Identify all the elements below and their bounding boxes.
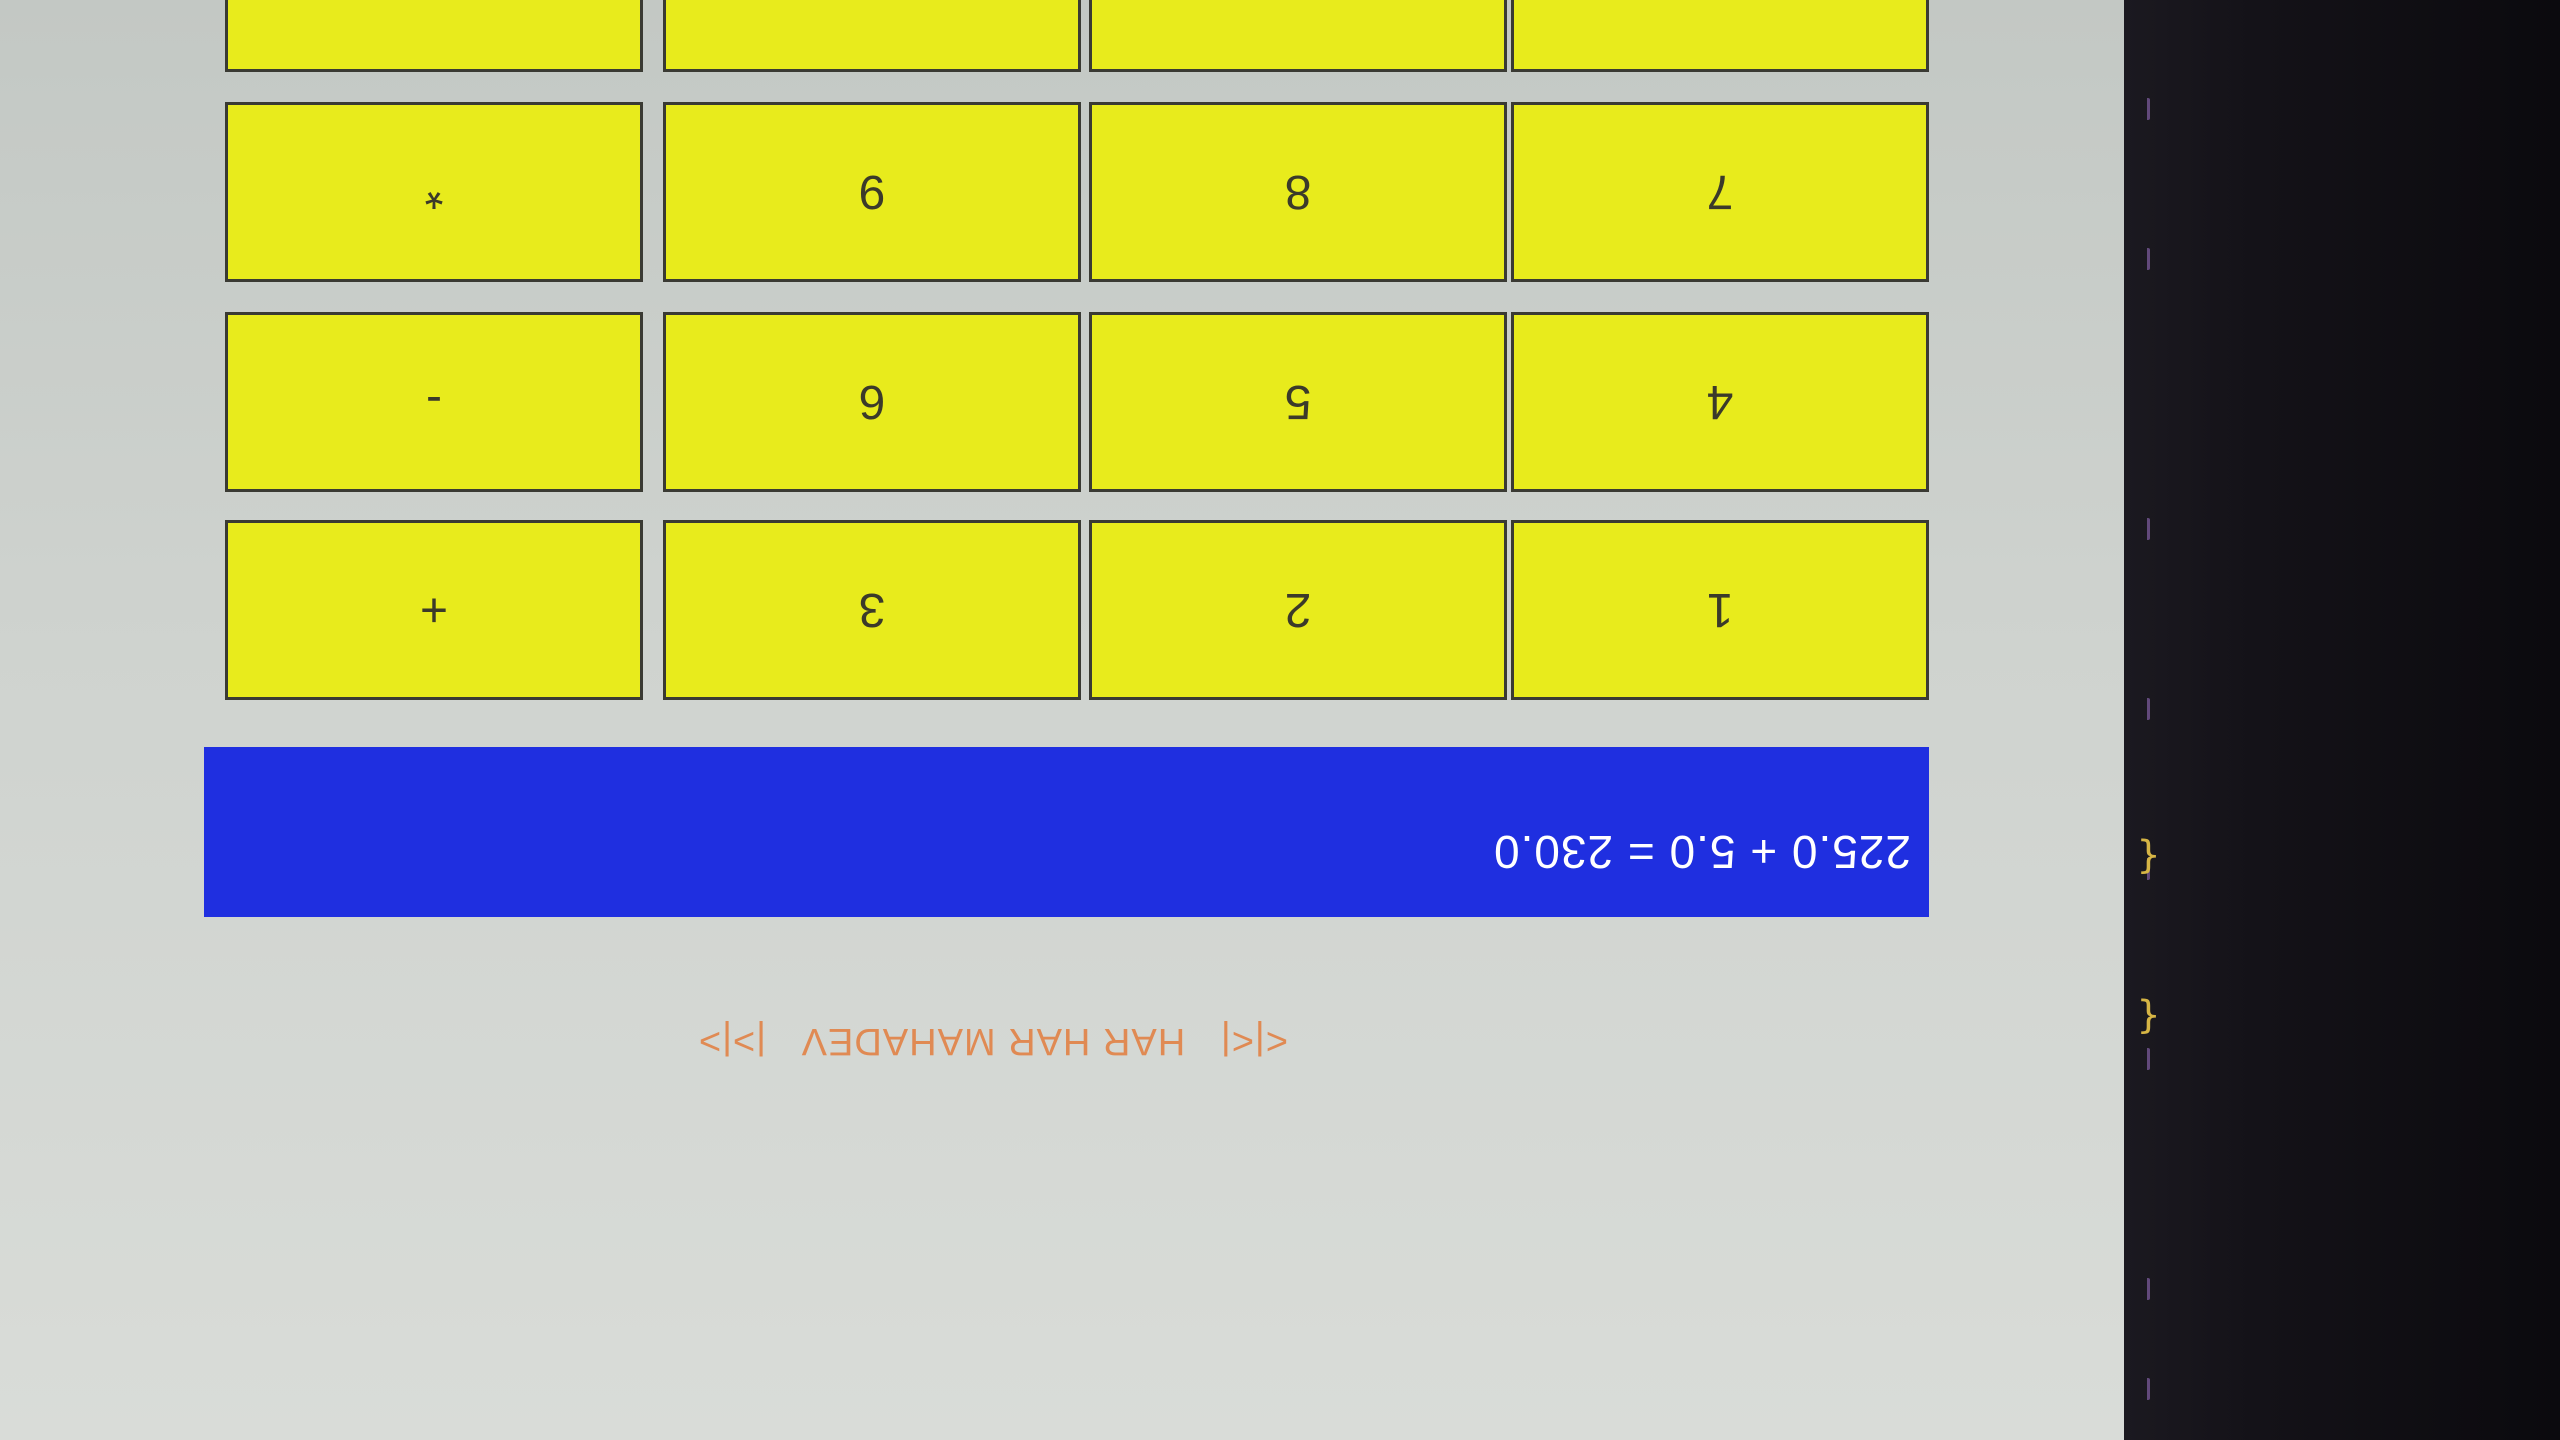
key-5[interactable]: 5: [1089, 312, 1507, 492]
key-4[interactable]: 4: [1511, 312, 1929, 492]
line-marker: [2137, 698, 2150, 720]
editor-background: { {: [2124, 0, 2560, 1440]
key-multiply[interactable]: *: [225, 102, 643, 282]
calculator-window: <|<| HAR HAR MAHADEV |>|> 225.0 + 5.0 = …: [0, 0, 2124, 1440]
key-row4-col3[interactable]: [663, 0, 1081, 72]
key-9[interactable]: 9: [663, 102, 1081, 282]
window-title: <|<| HAR HAR MAHADEV |>|>: [697, 1020, 1288, 1062]
key-plus[interactable]: +: [225, 520, 643, 700]
brace-icon: {: [2137, 836, 2160, 880]
key-3[interactable]: 3: [663, 520, 1081, 700]
line-marker: [2137, 1278, 2150, 1300]
key-8[interactable]: 8: [1089, 102, 1507, 282]
line-marker: [2137, 1048, 2150, 1070]
key-6[interactable]: 6: [663, 312, 1081, 492]
brace-icon: {: [2137, 996, 2160, 1040]
line-marker: [2137, 98, 2150, 120]
line-marker: [2137, 248, 2150, 270]
line-marker: [2137, 518, 2150, 540]
keypad: 1 2 3 + 4 5 6 - 7 8 9 *: [199, 0, 1929, 700]
screen: { { <|<| HAR HAR MAHADEV |>|> 225.0 + 5.…: [0, 0, 2560, 1440]
display-text: 225.0 + 5.0 = 230.0: [1492, 826, 1911, 878]
result-display: 225.0 + 5.0 = 230.0: [204, 747, 1929, 917]
key-row4-col4[interactable]: [225, 0, 643, 72]
line-marker: [2137, 1378, 2150, 1400]
key-row4-col2[interactable]: [1089, 0, 1507, 72]
key-minus[interactable]: -: [225, 312, 643, 492]
key-7[interactable]: 7: [1511, 102, 1929, 282]
key-1[interactable]: 1: [1511, 520, 1929, 700]
key-row4-col1[interactable]: [1511, 0, 1929, 72]
key-2[interactable]: 2: [1089, 520, 1507, 700]
